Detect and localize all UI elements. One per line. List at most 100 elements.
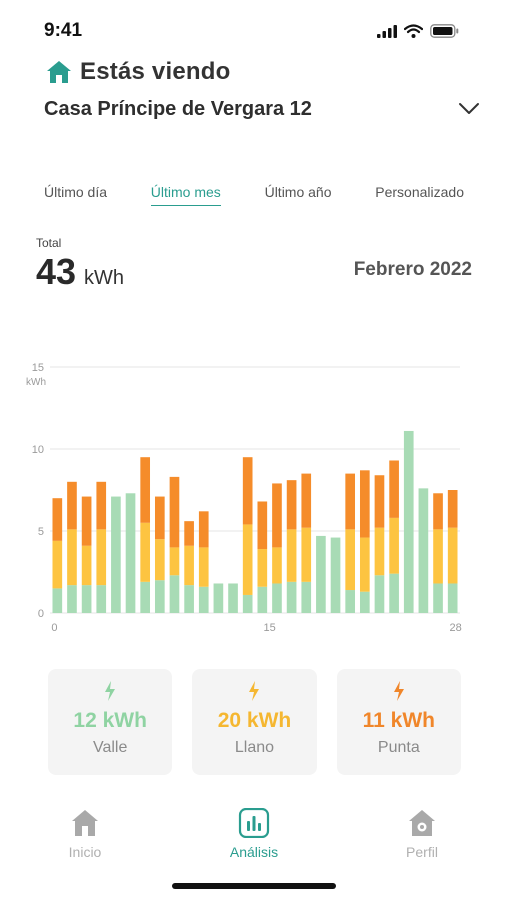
bar-segment-valle bbox=[81, 585, 92, 613]
header-title-row: Estás viendo bbox=[46, 58, 230, 86]
tariff-value: 12 kWh bbox=[73, 709, 147, 732]
bar-segment-llano bbox=[447, 527, 458, 584]
bar-segment-llano bbox=[67, 529, 77, 586]
consumption-chart: 0 5 10 15 kWh 0 15 28 bbox=[26, 362, 462, 634]
total-unit: kWh bbox=[84, 267, 125, 289]
bar-segment-valle bbox=[154, 580, 165, 613]
bar-segment-punta bbox=[140, 457, 151, 523]
bar-segment-valle bbox=[330, 537, 341, 613]
bar-segment-valle bbox=[52, 588, 63, 613]
lightning-icon bbox=[105, 681, 116, 701]
total-value: 43 kWh bbox=[36, 251, 124, 293]
tab-ultimo-dia[interactable]: Último día bbox=[44, 184, 107, 206]
location-selector[interactable]: Casa Príncipe de Vergara 12 bbox=[44, 94, 480, 124]
bar-segment-valle bbox=[433, 583, 443, 613]
tariff-value: 11 kWh bbox=[362, 709, 435, 732]
tariff-label: Punta bbox=[377, 739, 420, 756]
x-tick-label: 15 bbox=[264, 622, 276, 634]
nav-label: Análisis bbox=[229, 844, 279, 860]
bar-segment-valle bbox=[272, 583, 282, 613]
bar-segment-llano bbox=[154, 539, 165, 581]
location-name: Casa Príncipe de Vergara 12 bbox=[44, 97, 312, 120]
bar-segment-llano bbox=[345, 529, 356, 591]
bar-segment-punta bbox=[198, 511, 209, 548]
home-settings-icon bbox=[409, 810, 435, 836]
bar-segment-llano bbox=[96, 529, 107, 586]
lightning-icon bbox=[249, 681, 260, 701]
analytics-icon bbox=[238, 808, 270, 838]
x-tick-label: 0 bbox=[51, 622, 57, 634]
bar-segment-valle bbox=[301, 581, 312, 613]
tariff-value: 20 kWh bbox=[217, 709, 292, 732]
bar-segment-llano bbox=[301, 527, 312, 582]
bar-segment-valle bbox=[125, 493, 136, 613]
status-bar: 9:41 bbox=[0, 0, 507, 60]
bar-segment-valle bbox=[96, 585, 107, 613]
bar-segment-valle bbox=[403, 430, 414, 613]
bar-segment-valle bbox=[140, 581, 151, 613]
bar-segment-punta bbox=[242, 457, 253, 525]
bar-segment-valle bbox=[447, 583, 458, 613]
nav-label: Inicio bbox=[68, 844, 102, 860]
period-date: Febrero 2022 bbox=[353, 259, 472, 280]
bar-segment-valle bbox=[286, 581, 297, 613]
bar-segment-punta bbox=[154, 496, 165, 540]
bar-segment-llano bbox=[272, 547, 282, 584]
bar-segment-llano bbox=[389, 517, 399, 574]
bar-segment-llano bbox=[81, 545, 92, 586]
bar-segment-punta bbox=[389, 460, 399, 518]
bar-segment-punta bbox=[447, 490, 458, 528]
bottom-nav: Inicio Análisis Perfil bbox=[0, 808, 507, 870]
nav-item-inicio[interactable]: Inicio bbox=[25, 808, 145, 860]
bar-segment-llano bbox=[257, 549, 268, 587]
bar-segment-valle bbox=[67, 585, 77, 613]
tariff-card-valle[interactable]: 12 kWh Valle bbox=[48, 669, 173, 775]
y-tick-label: 10 bbox=[32, 444, 44, 456]
bar-segment-punta bbox=[169, 476, 180, 548]
y-axis-label: kWh bbox=[26, 377, 46, 388]
tab-ultimo-ano[interactable]: Último año bbox=[265, 184, 332, 206]
bar-segment-punta bbox=[301, 473, 312, 528]
chevron-down-icon[interactable] bbox=[458, 102, 480, 116]
status-icons bbox=[377, 24, 459, 38]
wifi-icon bbox=[404, 24, 423, 38]
home-icon bbox=[72, 810, 98, 836]
bar-segment-valle bbox=[198, 586, 209, 613]
status-time: 9:41 bbox=[44, 20, 83, 41]
tab-personalizado[interactable]: Personalizado bbox=[375, 184, 464, 206]
tariff-card-llano[interactable]: 20 kWh Llano bbox=[192, 669, 317, 775]
bar-segment-punta bbox=[374, 475, 385, 528]
bar-segment-valle bbox=[418, 488, 429, 613]
nav-item-analisis[interactable]: Análisis bbox=[194, 808, 314, 860]
bar-segment-valle bbox=[213, 583, 224, 613]
nav-item-perfil[interactable]: Perfil bbox=[362, 808, 482, 860]
total-label: Total bbox=[36, 236, 62, 250]
bar-segment-llano bbox=[433, 529, 443, 584]
bar-segment-valle bbox=[316, 535, 326, 613]
tab-ultimo-mes[interactable]: Último mes bbox=[150, 184, 221, 206]
bar-segment-punta bbox=[272, 483, 282, 548]
header-title: Estás viendo bbox=[80, 58, 231, 85]
bar-segment-valle bbox=[359, 591, 370, 613]
bar-segment-llano bbox=[52, 540, 63, 589]
bar-segment-valle bbox=[389, 573, 399, 613]
bar-segment-valle bbox=[184, 585, 194, 613]
bar-segment-llano bbox=[359, 537, 370, 592]
bar-segment-llano bbox=[184, 545, 194, 586]
bar-segment-punta bbox=[81, 496, 92, 546]
bar-segment-llano bbox=[198, 547, 209, 587]
bar-segment-punta bbox=[433, 493, 443, 530]
bar-segment-punta bbox=[52, 498, 63, 541]
tariff-label: Llano bbox=[234, 739, 275, 756]
home-icon bbox=[47, 61, 71, 83]
lightning-icon bbox=[393, 681, 404, 701]
tariff-cards: 12 kWh Valle 20 kWh Llano 11 kWh Punta bbox=[48, 669, 461, 775]
signal-icon bbox=[377, 24, 397, 38]
bar-segment-llano bbox=[140, 522, 151, 582]
bar-segment-llano bbox=[374, 527, 385, 576]
bar-segment-valle bbox=[257, 586, 268, 613]
bar-segment-punta bbox=[67, 481, 77, 530]
bar-segment-punta bbox=[359, 470, 370, 538]
y-tick-label: 15 bbox=[32, 362, 44, 374]
tariff-card-punta[interactable]: 11 kWh Punta bbox=[336, 669, 461, 775]
